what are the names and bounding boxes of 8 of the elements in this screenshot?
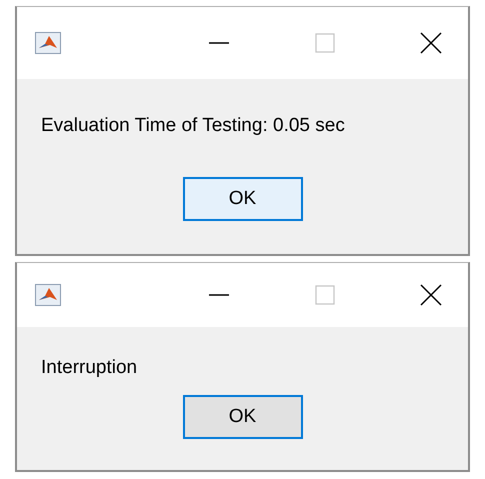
app-icon (35, 284, 61, 306)
app-icon (35, 32, 61, 54)
close-icon[interactable] (420, 284, 442, 306)
ok-button[interactable]: OK (182, 177, 302, 221)
ok-button[interactable]: OK (182, 395, 302, 439)
close-icon[interactable] (420, 32, 442, 54)
message-text: Interruption (41, 357, 138, 379)
message-text: Evaluation Time of Testing: 0.05 sec (41, 115, 345, 137)
